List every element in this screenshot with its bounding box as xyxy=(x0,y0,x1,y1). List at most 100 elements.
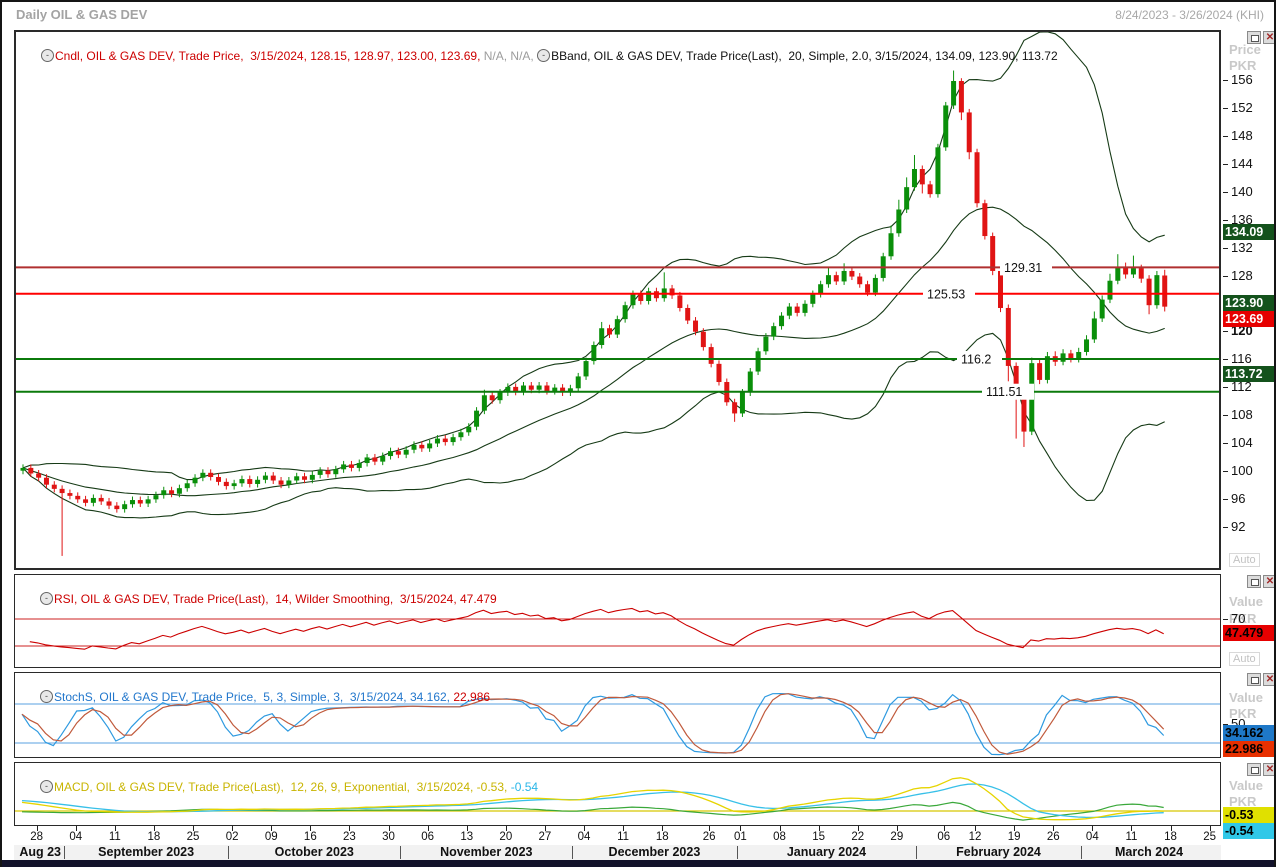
month-label: December 2023 xyxy=(608,845,701,859)
axis-tick: 156 xyxy=(1223,72,1253,87)
stochastic-axis[interactable]: ✕ Value PKR Auto 5034.16222.986 xyxy=(1223,672,1274,758)
rsi-legend-text[interactable]: RSI, OIL & GAS DEV, Trade Price(Last), 1… xyxy=(54,592,497,606)
chart-window: Daily OIL & GAS DEV 8/24/2023 - 3/26/202… xyxy=(0,0,1276,867)
candles-series xyxy=(20,70,1168,556)
axis-tick: 144 xyxy=(1223,156,1253,171)
panel-window-buttons: ✕ xyxy=(1245,31,1274,49)
rsi-legend: - RSI, OIL & GAS DEV, Trade Price(Last), … xyxy=(20,577,497,620)
page-title: Daily OIL & GAS DEV xyxy=(16,7,148,22)
day-tick-label: 16 xyxy=(303,831,317,843)
day-tick-label: 18 xyxy=(1164,831,1177,843)
date-range-label: 8/24/2023 - 3/26/2024 (KHI) xyxy=(1115,8,1264,22)
macd-signal-value: -0.54 xyxy=(510,779,539,794)
rsi-axis[interactable]: ✕ Value PKR Auto 70 47.479 xyxy=(1223,574,1274,668)
month-separator xyxy=(916,846,918,859)
time-axis[interactable]: Aug 23 September 2023 October 2023 November… xyxy=(14,826,1221,860)
last-value-badge: 47.479 xyxy=(1223,625,1274,642)
indicator-clock-icon[interactable]: - xyxy=(537,49,551,63)
month-label-row: Aug 23 September 2023 October 2023 November… xyxy=(14,845,1221,860)
svg-text:125.53: 125.53 xyxy=(927,287,965,301)
auto-scale-button[interactable]: Auto xyxy=(1229,652,1260,666)
day-tick-label: 25 xyxy=(1203,831,1217,843)
price-axis[interactable]: ✕ Price PKR Auto 156 152 148 144 140 136 132 12… xyxy=(1223,30,1274,570)
restore-icon[interactable] xyxy=(1247,31,1261,44)
last-value-badge: 123.90 xyxy=(1223,295,1274,312)
indicator-clock-icon[interactable]: - xyxy=(40,690,54,704)
day-tick-label: 28 xyxy=(30,831,44,843)
month-label: October 2023 xyxy=(274,845,354,859)
day-tick-label: 02 xyxy=(225,831,239,843)
window-bottom-edge xyxy=(2,860,1274,867)
main-legend: - Cndl, OIL & GAS DEV, Trade Price, 3/15/… xyxy=(21,34,1058,77)
day-tick-label: 25 xyxy=(186,831,200,843)
day-tick-label: 01 xyxy=(734,831,747,843)
day-tick-label: 26 xyxy=(1046,831,1060,843)
axis-tick: 148 xyxy=(1223,128,1253,143)
axis-title: Value xyxy=(1229,690,1263,705)
day-tick-label: 11 xyxy=(617,831,630,843)
main-price-panel: 129.31 125.53 116.2 111.51 - Cndl, OIL & GAS… xyxy=(14,30,1221,570)
last-value-badge: -0.54 xyxy=(1223,822,1274,839)
day-tick-label: 11 xyxy=(1125,831,1138,843)
day-tick-label: 15 xyxy=(812,831,826,843)
restore-icon[interactable] xyxy=(1247,673,1261,686)
month-label: Aug 23 xyxy=(19,845,61,859)
stoch-legend-text[interactable]: StochS, OIL & GAS DEV, Trade Price, 5, 3… xyxy=(54,690,453,704)
day-tick-label: 23 xyxy=(343,831,356,843)
month-separator xyxy=(400,846,402,859)
panel-window-buttons: ✕ xyxy=(1245,575,1274,593)
rsi-panel: - RSI, OIL & GAS DEV, Trade Price(Last), … xyxy=(14,574,1221,668)
restore-icon[interactable] xyxy=(1247,575,1261,588)
close-icon[interactable]: ✕ xyxy=(1263,31,1274,44)
axis-tick: 104 xyxy=(1223,435,1253,450)
bollinger-bands xyxy=(22,32,1165,519)
candle-legend-text[interactable]: Cndl, OIL & GAS DEV, Trade Price, 3/15/2… xyxy=(55,49,480,63)
bband-legend-text[interactable]: BBand, OIL & GAS DEV, Trade Price(Last),… xyxy=(551,49,1058,63)
month-separator xyxy=(64,846,65,859)
axis-title: Value xyxy=(1229,594,1263,609)
last-value-badge: 34.162 xyxy=(1223,724,1274,741)
restore-icon[interactable] xyxy=(1247,763,1261,776)
title-bar: Daily OIL & GAS DEV 8/24/2023 - 3/26/202… xyxy=(2,2,1274,28)
indicator-clock-icon[interactable]: - xyxy=(41,49,55,63)
panel-window-buttons: ✕ xyxy=(1245,673,1274,691)
indicator-clock-icon[interactable]: - xyxy=(40,592,54,606)
stoch-legend: - StochS, OIL & GAS DEV, Trade Price, 5, … xyxy=(20,675,490,718)
last-value-badge: 134.09 xyxy=(1223,224,1274,241)
macd-legend: - MACD, OIL & GAS DEV, Trade Price(Last),… xyxy=(20,765,538,808)
axis-currency: PKR xyxy=(1229,58,1257,73)
axis-tick: 96 xyxy=(1223,491,1245,506)
month-separator xyxy=(228,846,230,859)
day-tick-label: 08 xyxy=(773,831,786,843)
month-separator xyxy=(572,846,574,859)
month-label: September 2023 xyxy=(98,845,195,859)
candle-legend-na-text: N/A, N/A, xyxy=(480,48,538,63)
day-tick-label: 29 xyxy=(890,831,904,843)
stoch-d-value: 22.986 xyxy=(453,689,491,704)
close-icon[interactable]: ✕ xyxy=(1263,673,1274,686)
axis-tick: 116 xyxy=(1223,351,1252,366)
axis-tick: 132 xyxy=(1223,240,1253,255)
indicator-clock-icon[interactable]: - xyxy=(40,780,54,794)
close-icon[interactable]: ✕ xyxy=(1263,763,1274,776)
axis-tick: 152 xyxy=(1223,100,1253,115)
day-tick-label: 06 xyxy=(937,831,951,843)
day-tick-label: 04 xyxy=(577,831,591,843)
macd-axis[interactable]: ✕ Value PKR -0.53 -0.54 xyxy=(1223,762,1274,839)
day-tick-label: 04 xyxy=(69,831,83,843)
macd-panel: - MACD, OIL & GAS DEV, Trade Price(Last),… xyxy=(14,762,1221,826)
close-icon[interactable]: ✕ xyxy=(1263,575,1274,588)
month-label: January 2024 xyxy=(786,845,867,859)
day-tick-label: 30 xyxy=(382,831,395,843)
macd-legend-text[interactable]: MACD, OIL & GAS DEV, Trade Price(Last), … xyxy=(54,780,511,794)
day-tick-label: 12 xyxy=(968,831,982,843)
day-tick-label: 04 xyxy=(1085,831,1099,843)
last-value-badge: 113.72 xyxy=(1223,366,1274,383)
day-tick-label: 11 xyxy=(108,831,121,843)
axis-tick: 92 xyxy=(1223,519,1245,534)
axis-tick: 140 xyxy=(1223,184,1253,199)
last-value-badge: 123.69 xyxy=(1223,311,1274,328)
auto-scale-button[interactable]: Auto xyxy=(1229,553,1260,567)
stochastic-panel: - StochS, OIL & GAS DEV, Trade Price, 5, … xyxy=(14,672,1221,758)
month-label: March 2024 xyxy=(1114,845,1184,859)
